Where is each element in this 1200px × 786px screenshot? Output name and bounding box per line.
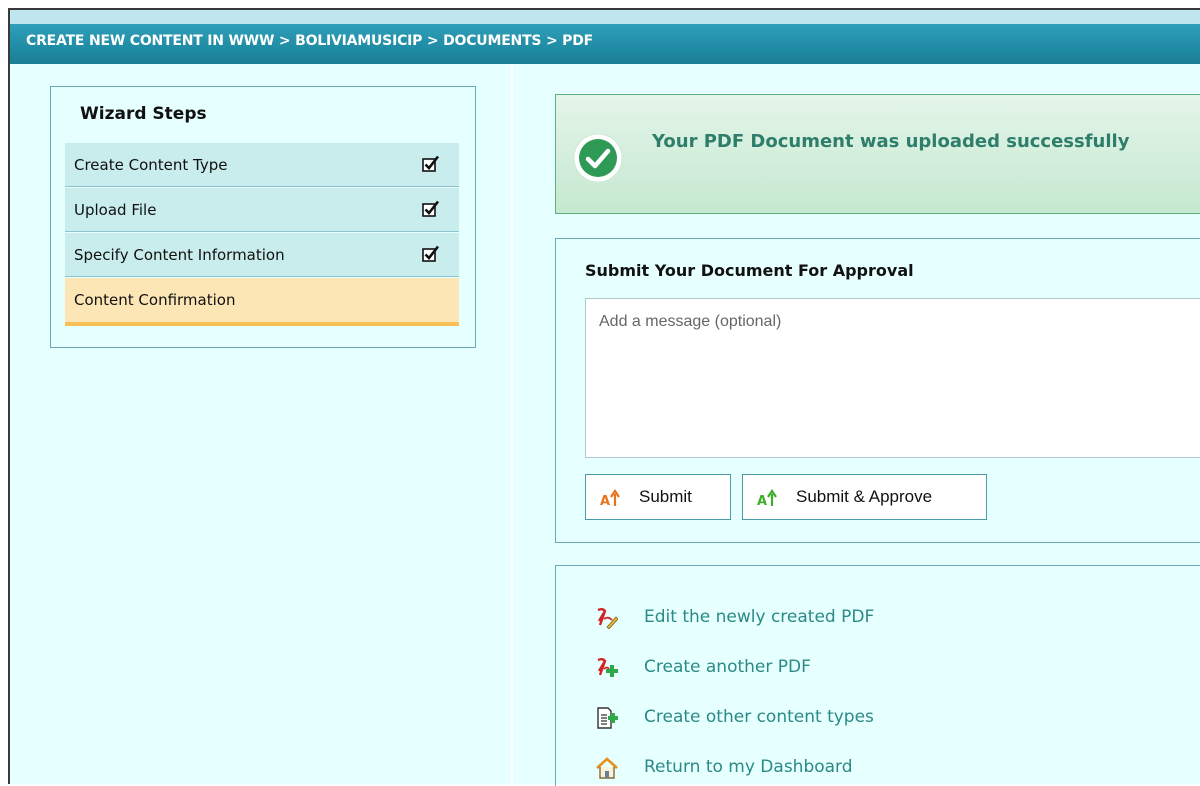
checked-checkbox-icon [422,245,440,262]
checked-checkbox-icon [422,155,440,172]
approval-panel: Submit Your Document For Approval A Subm… [555,238,1200,543]
breadcrumb: CREATE NEW CONTENT IN WWW > BOLIVIAMUSIC… [10,10,1200,64]
submit-icon: A [600,489,620,507]
wizard-step-label: Upload File [74,201,157,219]
success-message: Your PDF Document was uploaded successfu… [652,131,1130,152]
submit-approve-icon: A [757,489,777,507]
svg-text:A: A [757,494,767,507]
checked-checkbox-icon [422,200,440,217]
wizard-step-create-content-type[interactable]: Create Content Type [65,143,459,187]
svg-text:A: A [600,494,610,507]
wizard-title: Wizard Steps [80,104,207,124]
wizard-step-label: Create Content Type [74,156,228,174]
edit-pdf-icon [597,608,618,629]
wizard-step-label: Specify Content Information [74,246,285,264]
wizard-step-label: Content Confirmation [74,291,236,309]
wizard-step-upload-file[interactable]: Upload File [65,188,459,232]
approval-title: Submit Your Document For Approval [585,261,914,280]
add-pdf-icon [597,658,618,677]
submit-and-approve-button-label: Submit & Approve [796,487,933,506]
column-divider [511,64,513,786]
check-circle-icon [573,133,623,183]
return-to-dashboard-link-label: Return to my Dashboard [644,757,853,777]
create-other-content-types-link-label: Create other content types [644,707,874,727]
content-wizard-window: CREATE NEW CONTENT IN WWW > BOLIVIAMUSIC… [8,8,1200,786]
edit-pdf-link-label: Edit the newly created PDF [644,607,875,627]
wizard-step-content-confirmation[interactable]: Content Confirmation [65,278,459,326]
success-message-box: Your PDF Document was uploaded successfu… [555,94,1200,214]
create-another-pdf-link-label: Create another PDF [644,657,811,677]
add-document-icon [597,707,618,729]
wizard-steps-panel: Wizard Steps Create Content Type Upload … [50,86,476,348]
submit-button-label: Submit [639,487,692,506]
wizard-step-specify-content-information[interactable]: Specify Content Information [65,233,459,277]
home-icon [596,757,618,779]
approval-message-input[interactable] [585,298,1200,458]
next-actions-panel: Edit the newly created PDF Create anothe… [555,565,1200,786]
breadcrumb-text: CREATE NEW CONTENT IN WWW > BOLIVIAMUSIC… [26,33,594,49]
submit-button[interactable]: A Submit [585,474,731,520]
submit-and-approve-button[interactable]: A Submit & Approve [742,474,987,520]
